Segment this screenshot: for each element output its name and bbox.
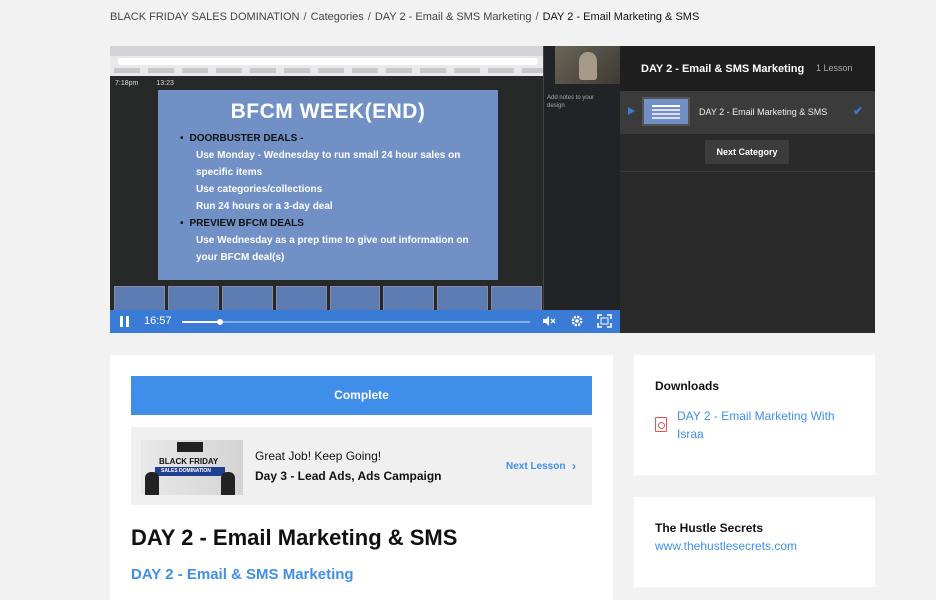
next-lesson-thumbnail: BLACK FRIDAY SALES DOMINATION: [141, 440, 243, 495]
slide-thumbnail-strip: [114, 286, 542, 312]
slide-thumbnail: [221, 286, 273, 312]
video-progress-handle[interactable]: [217, 319, 224, 325]
breadcrumb: BLACK FRIDAY SALES DOMINATION / Categories…: [110, 11, 699, 23]
downloads-card: Downloads DAY 2 - Email Marketing With I…: [634, 355, 875, 475]
pause-icon[interactable]: [119, 316, 130, 327]
lesson-thumbnail: [642, 97, 690, 126]
breadcrumb-separator: /: [535, 11, 539, 23]
info-card: The Hustle Secrets www.thehustlesecrets.…: [634, 497, 875, 587]
recorded-browser-tabs: [110, 46, 555, 56]
slide-thumbnail: [437, 286, 489, 312]
lesson-list-panel: DAY 2 - Email & SMS Marketing 1 Lesson D…: [620, 46, 875, 333]
info-heading: The Hustle Secrets: [655, 521, 764, 535]
lesson-panel-header: DAY 2 - Email & SMS Marketing 1 Lesson: [620, 46, 875, 91]
recorded-browser-chrome: [110, 46, 555, 76]
breadcrumb-categories-link[interactable]: Categories: [311, 11, 364, 23]
video-time: 16:57: [144, 315, 172, 327]
chevron-right-icon[interactable]: ›: [572, 459, 576, 473]
lesson-item-label: DAY 2 - Email Marketing & SMS: [699, 107, 828, 117]
slide-bullet: specific items: [196, 167, 263, 178]
slide-title: BFCM WEEK(END): [230, 100, 426, 123]
presentation-slide: BFCM WEEK(END) DOORBUSTER DEALS - Use Mo…: [158, 90, 498, 280]
next-lesson-name: Day 3 - Lead Ads, Ads Campaign: [255, 469, 442, 483]
breadcrumb-separator: /: [367, 11, 371, 23]
breadcrumb-current: DAY 2 - Email Marketing & SMS: [542, 11, 700, 23]
slide-bullet: Use categories/collections: [196, 184, 323, 195]
completed-check-icon: ✔: [853, 104, 864, 118]
video-controls: 16:57: [110, 310, 620, 333]
slide-thumbnail: [167, 286, 219, 312]
next-category-button[interactable]: Next Category: [705, 140, 789, 164]
complete-button[interactable]: Complete: [131, 376, 592, 415]
recorded-clock: 7:18pm: [115, 80, 139, 87]
slide-thumbnail: [114, 286, 165, 312]
breadcrumb-category-link[interactable]: DAY 2 - Email & SMS Marketing: [375, 11, 532, 23]
slide-bullet: Use Wednesday as a prep time to give out…: [196, 235, 469, 246]
slide-bullet: PREVIEW BFCM DEALS: [180, 215, 498, 232]
video-progress-fill: [182, 321, 221, 323]
recorded-url-bar: [118, 58, 538, 65]
thumbnail-subtitle: SALES DOMINATION: [161, 468, 211, 474]
brand-logo: [177, 442, 203, 452]
breadcrumb-course-link[interactable]: BLACK FRIDAY SALES DOMINATION: [110, 11, 300, 23]
panel-divider: [620, 171, 875, 172]
download-file-link[interactable]: DAY 2 - Email Marketing With Israa: [677, 407, 857, 443]
video-progress-bar[interactable]: [182, 319, 530, 325]
recorded-bookmarks-bar: [114, 68, 551, 73]
lesson-count: 1 Lesson: [816, 63, 853, 73]
slide-thumbnail: [491, 286, 542, 312]
video-player[interactable]: 7:18pm 13:23 BFCM WEEK(END) DOORBUSTER DE…: [110, 46, 620, 333]
slide-thumbnail: [383, 286, 435, 312]
fullscreen-icon[interactable]: [597, 314, 612, 329]
slide-thumbnail: [275, 286, 327, 312]
next-lesson-box[interactable]: BLACK FRIDAY SALES DOMINATION Great Job!…: [131, 427, 592, 505]
recorded-notes: Add notes to your design: [547, 95, 595, 109]
next-lesson-link[interactable]: Next Lesson: [506, 461, 565, 472]
breadcrumb-separator: /: [303, 11, 307, 23]
slide-bullet: your BFCM deal(s): [196, 252, 285, 263]
recorded-side-panel: [543, 46, 620, 319]
lesson-content-card: Complete BLACK FRIDAY SALES DOMINATION G…: [110, 355, 613, 600]
thumbnail-person: [221, 472, 235, 495]
volume-icon[interactable]: [541, 314, 556, 329]
lesson-category-link[interactable]: DAY 2 - Email & SMS Marketing: [131, 566, 354, 583]
recorded-counter: 13:23: [156, 80, 174, 87]
thumbnail-person: [145, 472, 159, 495]
pdf-file-icon: [655, 417, 667, 432]
category-title: DAY 2 - Email & SMS Marketing: [641, 63, 805, 75]
slide-bullet: DOORBUSTER DEALS -: [180, 130, 498, 147]
slide-bullet: Use Monday - Wednesday to run small 24 h…: [196, 150, 461, 161]
slide-bullet: Run 24 hours or a 3-day deal: [196, 201, 333, 212]
encouragement-text: Great Job! Keep Going!: [255, 449, 382, 463]
lesson-list-item[interactable]: DAY 2 - Email Marketing & SMS ✔: [620, 91, 875, 134]
webcam-overlay: [555, 46, 620, 84]
slide-thumbnail: [329, 286, 381, 312]
settings-gear-icon[interactable]: [569, 314, 584, 329]
slide-bullets: DOORBUSTER DEALS - Use Monday - Wednesda…: [180, 130, 498, 266]
website-link[interactable]: www.thehustlesecrets.com: [655, 539, 797, 553]
presenter: [579, 52, 597, 80]
lesson-title: DAY 2 - Email Marketing & SMS: [131, 525, 458, 550]
thumbnail-title: BLACK FRIDAY: [159, 457, 219, 466]
downloads-heading: Downloads: [655, 379, 720, 393]
recorded-top-info: 7:18pm 13:23: [115, 80, 192, 87]
playing-indicator-icon: [628, 107, 635, 115]
